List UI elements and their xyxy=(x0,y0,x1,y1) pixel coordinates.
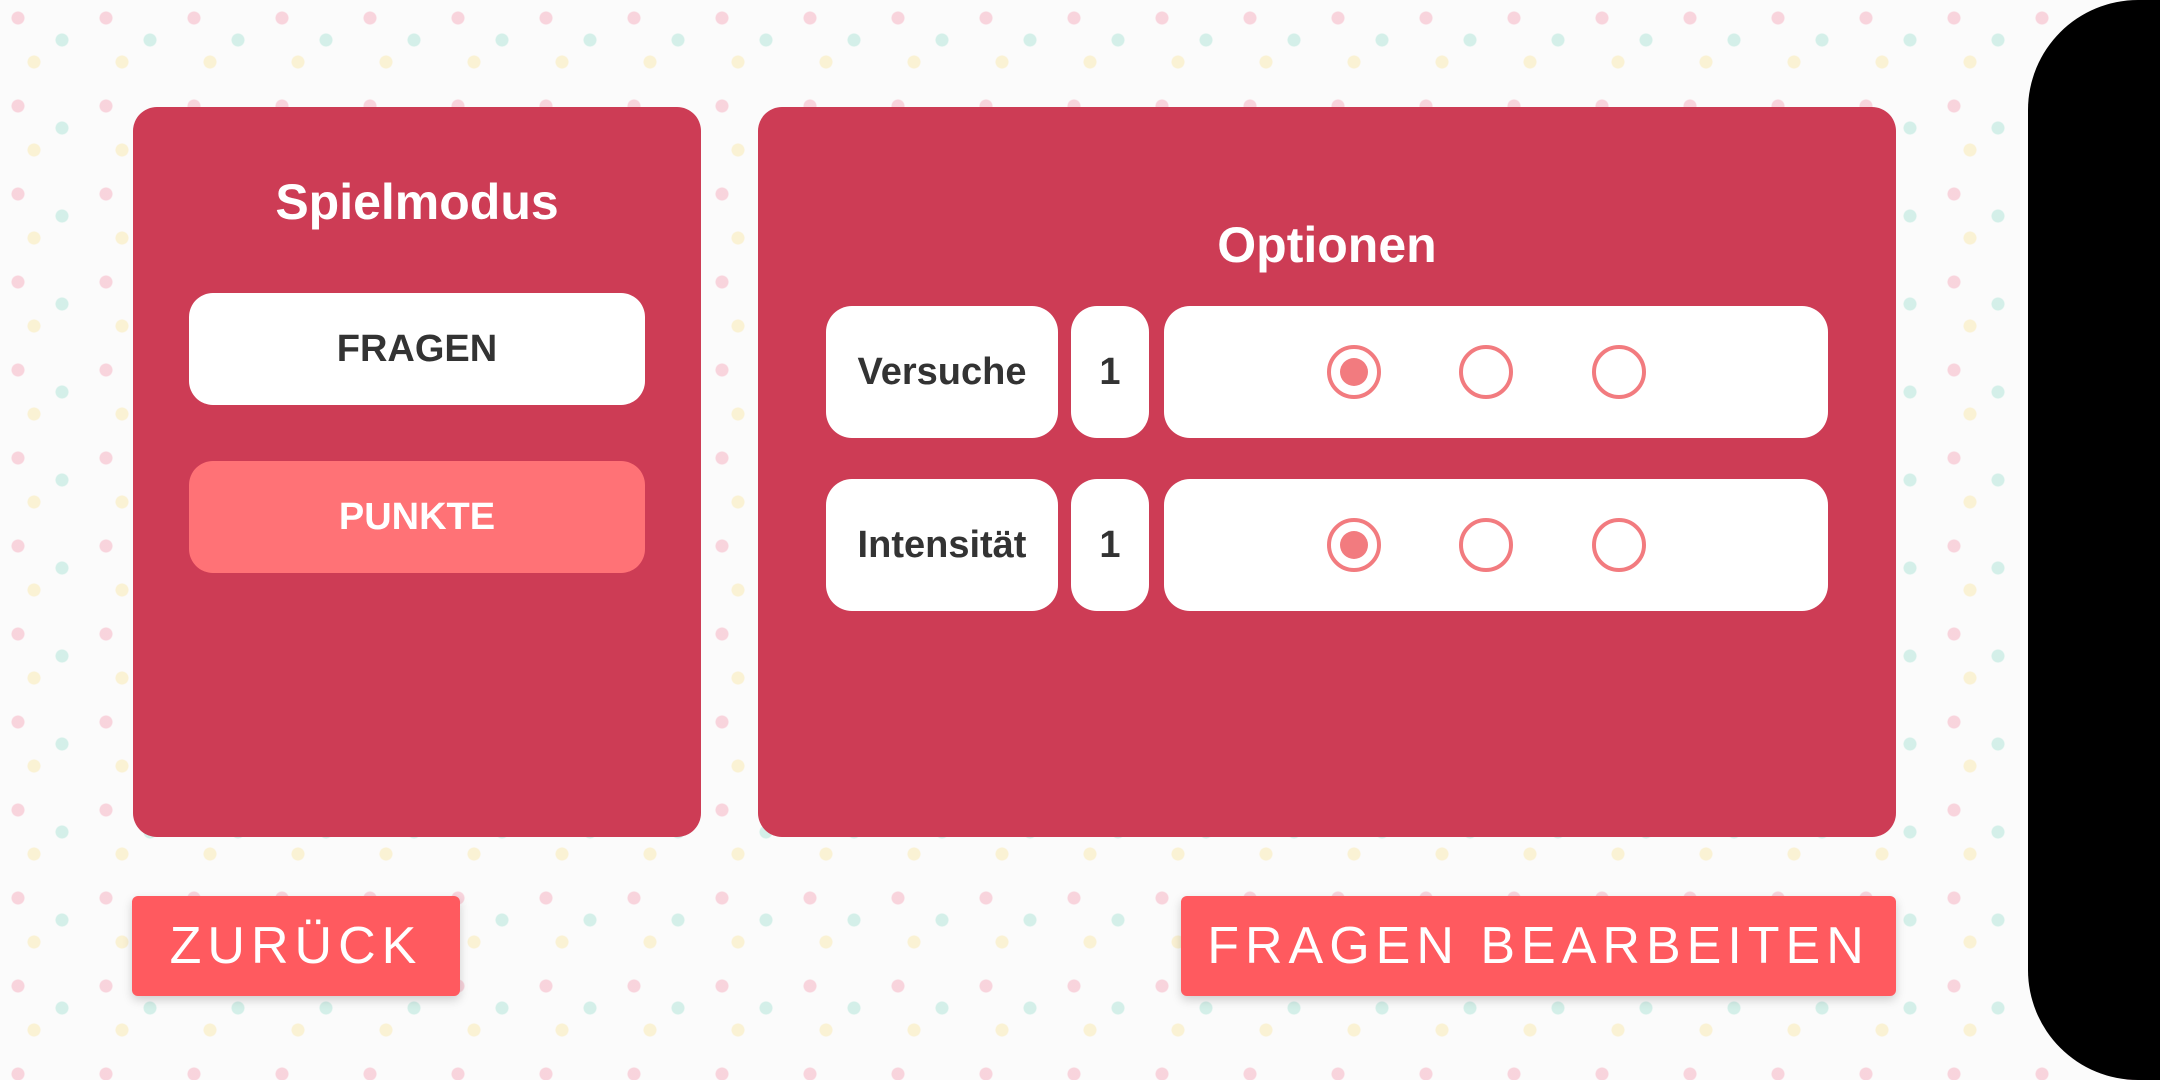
radio-dot xyxy=(1340,358,1368,386)
option-radio-group-intensitaet xyxy=(1164,479,1828,611)
back-button[interactable]: ZURÜCK xyxy=(132,896,460,996)
mode-fragen-button[interactable]: FRAGEN xyxy=(189,293,645,405)
option-label-versuche: Versuche xyxy=(826,306,1058,438)
option-radio-group-versuche xyxy=(1164,306,1828,438)
device-bezel xyxy=(2028,0,2160,1080)
radio-intensitaet-2[interactable] xyxy=(1459,518,1513,572)
radio-dot xyxy=(1340,531,1368,559)
game-mode-title: Spielmodus xyxy=(275,174,559,230)
radio-versuche-1[interactable] xyxy=(1327,345,1381,399)
options-title: Optionen xyxy=(1217,217,1437,273)
radio-versuche-3[interactable] xyxy=(1592,345,1646,399)
game-mode-panel: Spielmodus FRAGEN PUNKTE xyxy=(133,107,701,837)
option-label-intensitaet: Intensität xyxy=(826,479,1058,611)
radio-intensitaet-3[interactable] xyxy=(1592,518,1646,572)
option-value-intensitaet: 1 xyxy=(1071,479,1149,611)
radio-intensitaet-1[interactable] xyxy=(1327,518,1381,572)
options-panel: Optionen Versuche 1 Intensität 1 xyxy=(758,107,1896,837)
mode-punkte-button[interactable]: PUNKTE xyxy=(189,461,645,573)
edit-questions-button[interactable]: FRAGEN BEARBEITEN xyxy=(1181,896,1896,996)
option-value-versuche: 1 xyxy=(1071,306,1149,438)
radio-versuche-2[interactable] xyxy=(1459,345,1513,399)
